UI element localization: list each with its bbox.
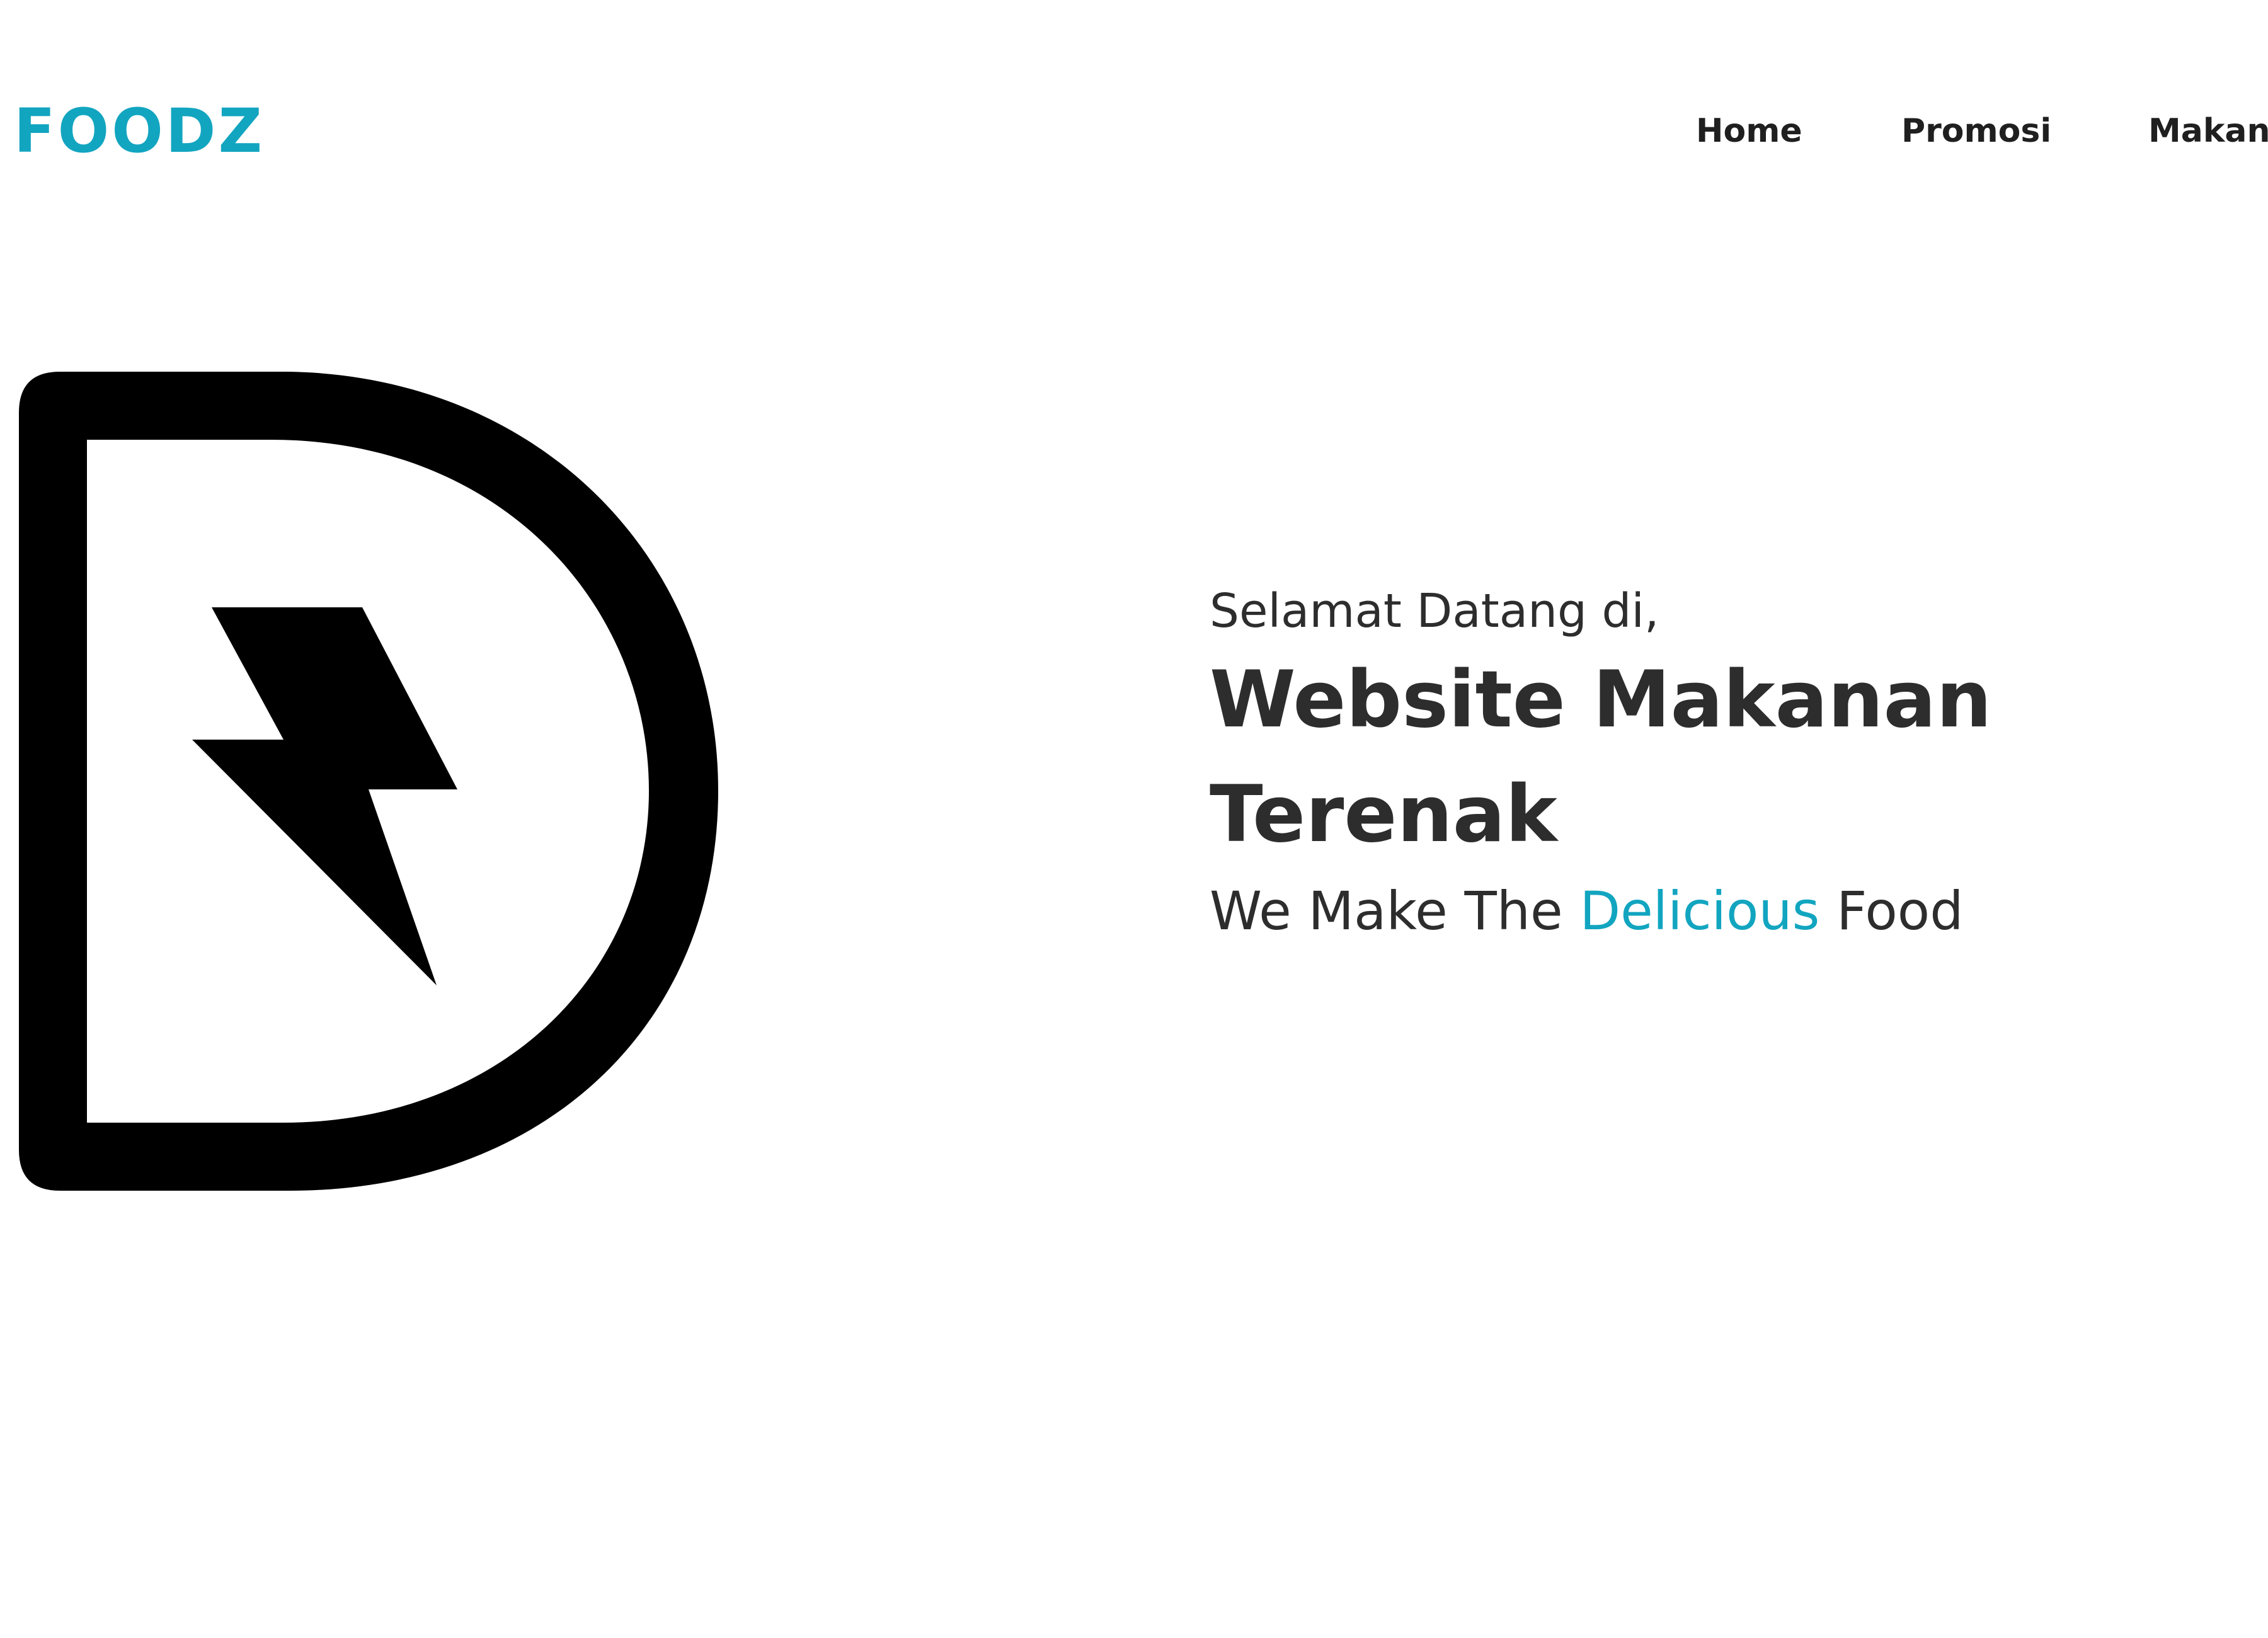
tagline-highlight: Delicious (1579, 880, 1820, 942)
lightning-bolt (192, 607, 457, 985)
nav-link-promosi[interactable]: Promosi (1901, 111, 2051, 151)
nav-link-makanan[interactable]: Makanan (2148, 111, 2268, 151)
hero-headline: Website Makanan Terenak (1210, 655, 1992, 860)
tagline-after: Food (1819, 880, 1964, 942)
nav-link-home[interactable]: Home (1696, 111, 1802, 151)
hero-tagline: We Make The Delicious Food (1210, 872, 2155, 950)
d-lightning-logo-icon (19, 372, 718, 1191)
main-nav: Home Promosi Makanan (0, 111, 2268, 161)
hero-greeting: Selamat Datang di, (1210, 584, 1659, 638)
tagline-before: We Make The (1210, 880, 1580, 942)
hero-text: Selamat Datang di, Website Makanan Teren… (1210, 580, 2155, 950)
